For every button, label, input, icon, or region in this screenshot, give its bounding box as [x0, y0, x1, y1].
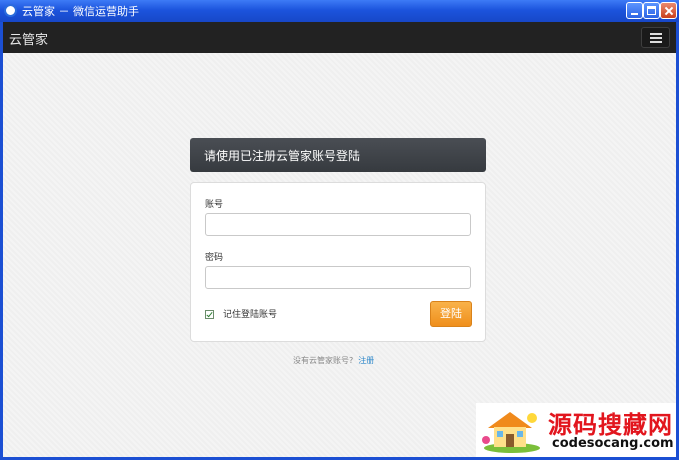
password-label: 密码 [205, 253, 224, 263]
minimize-button[interactable] [626, 2, 643, 19]
menu-toggle-button[interactable] [641, 27, 670, 48]
watermark: 源码搜藏网 codesocang.com [476, 403, 676, 457]
house-logo-icon [482, 412, 540, 453]
window-titlebar[interactable]: 云管家 － 微信运营助手 [0, 0, 679, 22]
remember-label[interactable]: 记住登陆账号 [223, 307, 277, 320]
watermark-title: 源码搜藏网 [548, 411, 673, 439]
watermark-url: codesocang.com [552, 436, 674, 451]
app-icon [4, 4, 17, 17]
hamburger-menu-icon [650, 33, 662, 35]
main-content: 请使用已注册云管家账号登陆 账号 密码 记住登陆账号 登陆 没有云管家账号? 注册 [3, 53, 676, 457]
window-title: 云管家 － 微信运营助手 [22, 5, 139, 18]
register-link[interactable]: 注册 [358, 356, 374, 365]
account-label: 账号 [205, 200, 224, 210]
close-button[interactable] [660, 2, 677, 19]
maximize-button[interactable] [643, 2, 660, 19]
hamburger-menu-icon [650, 41, 662, 43]
login-button[interactable]: 登陆 [430, 301, 472, 327]
app-brand[interactable]: 云管家 [9, 29, 48, 48]
register-prompt-text: 没有云管家账号? [293, 356, 354, 365]
login-panel-header: 请使用已注册云管家账号登陆 [190, 138, 486, 172]
app-navbar: 云管家 [3, 22, 676, 53]
password-input[interactable] [205, 266, 471, 289]
remember-checkbox[interactable] [205, 310, 214, 319]
register-prompt: 没有云管家账号? 注册 [293, 355, 374, 366]
login-panel-title: 请使用已注册云管家账号登陆 [204, 149, 361, 163]
account-input[interactable] [205, 213, 471, 236]
hamburger-menu-icon [650, 37, 662, 39]
login-form: 账号 密码 记住登陆账号 登陆 [190, 182, 486, 342]
